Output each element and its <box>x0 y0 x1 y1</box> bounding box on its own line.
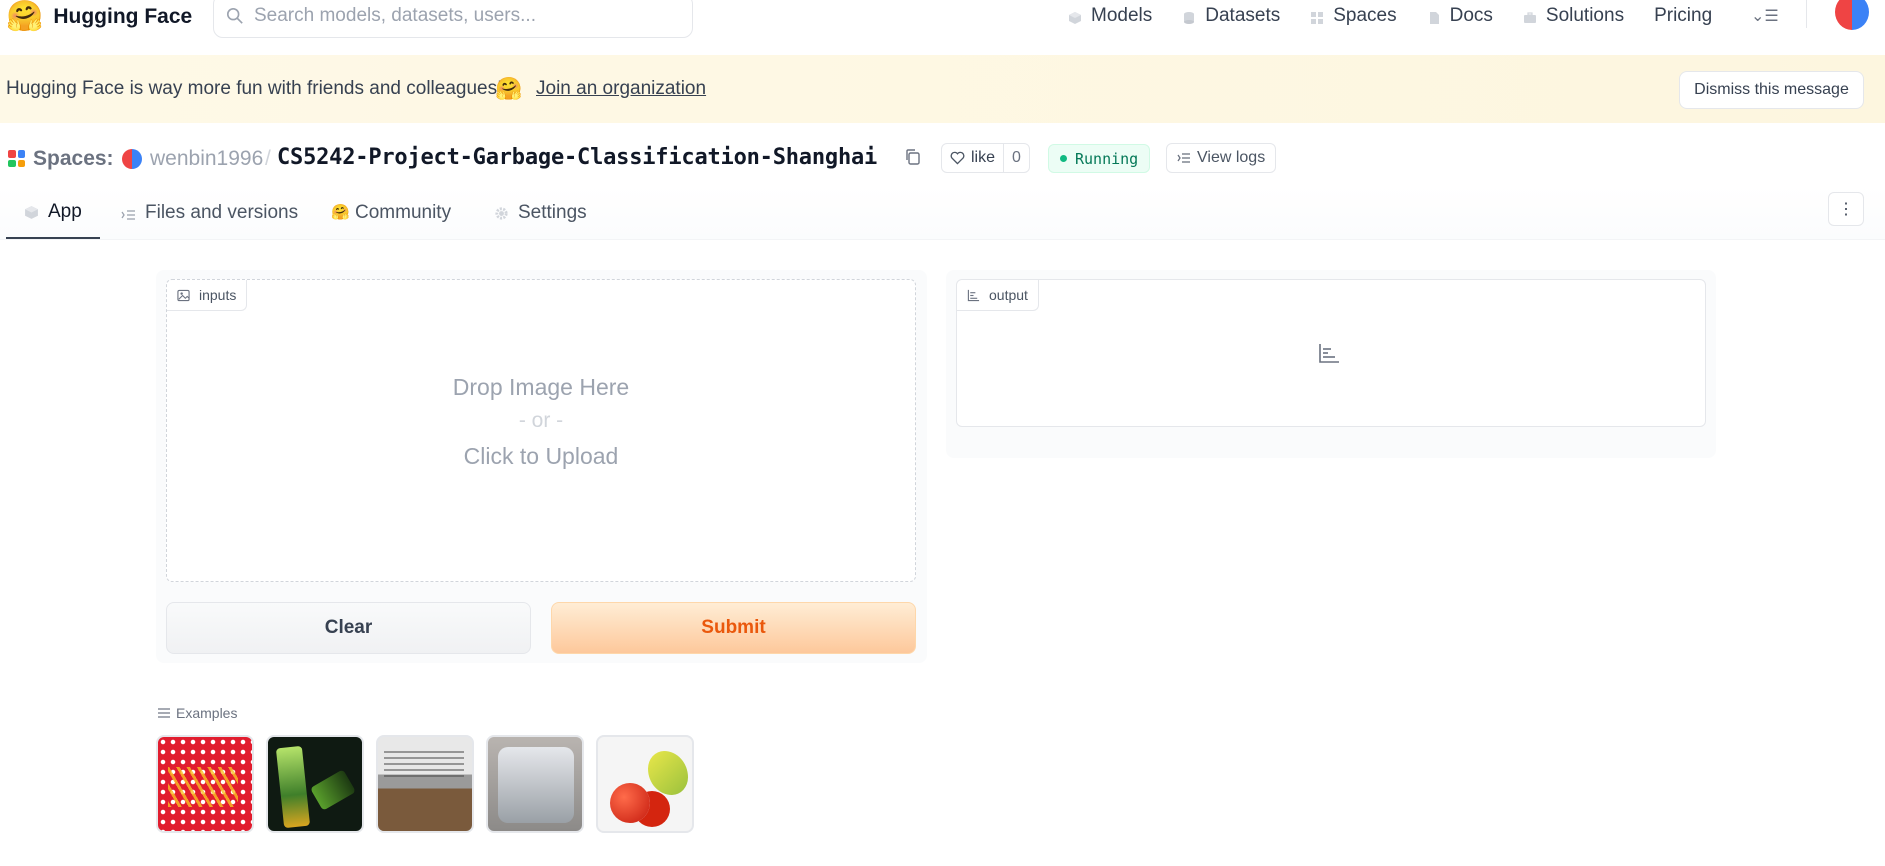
input-label: inputs <box>167 280 248 311</box>
examples-label: Examples <box>176 705 238 721</box>
kebab-icon: ⋮ <box>1838 201 1854 218</box>
copy-icon[interactable] <box>904 148 922 166</box>
cube-icon <box>24 204 39 219</box>
like-label: like <box>971 149 996 166</box>
owner-name-link[interactable]: wenbin1996 <box>150 147 263 171</box>
nav-link-datasets[interactable]: Datasets <box>1182 5 1280 27</box>
example-image-4[interactable] <box>486 735 584 833</box>
list-icon <box>158 708 170 718</box>
owner-avatar[interactable] <box>122 149 142 169</box>
heart-icon <box>950 151 965 165</box>
like-count: 0 <box>1003 144 1029 172</box>
click-to-upload-text: Click to Upload <box>463 443 619 469</box>
nav-link-label: Spaces <box>1333 5 1397 26</box>
nav-link-label: Solutions <box>1545 5 1625 26</box>
tab-files-and-versions[interactable]: Files and versions <box>121 186 298 239</box>
hugging-face-logo-icon: 🤗 <box>6 0 44 33</box>
search-icon <box>226 7 243 24</box>
nav-link-models[interactable]: Models <box>1068 5 1152 27</box>
more-menu-icon[interactable]: ⌄☰ <box>1751 6 1779 26</box>
nav-links: Models Datasets Spaces Docs Solutions Pr… <box>1068 0 1742 32</box>
files-icon <box>121 205 136 220</box>
output-label: output <box>957 280 1039 311</box>
search-input[interactable] <box>254 5 654 27</box>
submit-button[interactable]: Submit <box>551 602 916 654</box>
tab-app[interactable]: App <box>6 186 100 239</box>
top-navigation: 🤗 Hugging Face Models Datasets Spaces Do… <box>0 0 1885 54</box>
spaces-grid-icon <box>8 150 25 167</box>
organization-banner: Hugging Face is way more fun with friend… <box>0 55 1885 123</box>
nav-link-label: Models <box>1091 5 1153 26</box>
hugging-face-emoji-icon: 🤗 <box>495 76 523 101</box>
spaces-label: Spaces: <box>33 147 114 170</box>
clear-button[interactable]: Clear <box>166 602 531 654</box>
tab-label: Settings <box>518 201 587 223</box>
dismiss-message-button[interactable]: Dismiss this message <box>1679 71 1864 109</box>
example-image-5[interactable] <box>596 735 694 833</box>
user-avatar[interactable] <box>1835 0 1869 30</box>
examples-gallery <box>156 735 694 833</box>
community-icon: 🤗 <box>331 204 350 221</box>
briefcase-icon <box>1523 9 1537 23</box>
tab-label: Community <box>355 201 452 223</box>
nav-link-pricing[interactable]: Pricing <box>1654 5 1712 27</box>
space-header: Spaces: wenbin1996 / CS5242-Project-Garb… <box>0 140 1885 180</box>
space-name[interactable]: CS5242-Project-Garbage-Classification-Sh… <box>277 145 877 170</box>
nav-link-solutions[interactable]: Solutions <box>1523 5 1624 27</box>
nav-link-spaces[interactable]: Spaces <box>1310 5 1397 27</box>
input-label-text: inputs <box>199 287 237 303</box>
grid-icon <box>1310 9 1324 24</box>
search-box[interactable] <box>213 0 693 38</box>
status-text: Running <box>1075 149 1139 168</box>
doc-icon <box>1427 9 1441 24</box>
status-dot-icon <box>1060 155 1067 162</box>
gear-icon <box>494 205 509 220</box>
bar-chart-icon <box>967 289 980 301</box>
view-logs-label: View logs <box>1197 149 1266 166</box>
space-tabs: App Files and versions 🤗 Community Setti… <box>0 186 1885 240</box>
brand-name: Hugging Face <box>53 5 193 28</box>
tab-community[interactable]: 🤗 Community <box>331 186 451 239</box>
path-separator: / <box>265 147 271 170</box>
bar-chart-placeholder-icon <box>1319 344 1339 363</box>
nav-link-label: Pricing <box>1654 5 1713 26</box>
database-icon <box>1182 9 1196 24</box>
drop-image-text: Drop Image Here <box>452 374 630 400</box>
logs-icon <box>1177 153 1190 163</box>
nav-link-docs[interactable]: Docs <box>1427 5 1493 27</box>
drop-or-text: - or - <box>518 409 564 432</box>
example-image-3[interactable] <box>376 735 474 833</box>
image-icon <box>177 289 190 301</box>
like-button[interactable]: like 0 <box>941 143 1030 173</box>
nav-divider <box>1806 0 1807 28</box>
nav-link-label: Datasets <box>1205 5 1281 26</box>
example-image-1[interactable] <box>156 735 254 833</box>
tab-settings[interactable]: Settings <box>494 186 587 239</box>
brand[interactable]: 🤗 Hugging Face <box>6 0 192 34</box>
example-image-2[interactable] <box>266 735 364 833</box>
nav-link-label: Docs <box>1449 5 1493 26</box>
view-logs-button[interactable]: View logs <box>1166 143 1277 173</box>
upload-drop-zone[interactable]: Drop Image Here - or - Click to Upload <box>166 370 916 474</box>
output-label-text: output <box>989 287 1028 303</box>
more-options-button[interactable]: ⋮ <box>1828 192 1864 226</box>
examples-header: Examples <box>158 705 237 721</box>
join-organization-link[interactable]: Join an organization <box>536 78 706 100</box>
banner-text: Hugging Face is way more fun with friend… <box>6 78 503 99</box>
tab-label: App <box>48 200 82 222</box>
cube-icon <box>1068 9 1082 24</box>
status-badge: Running <box>1048 144 1151 173</box>
tab-label: Files and versions <box>145 201 299 223</box>
